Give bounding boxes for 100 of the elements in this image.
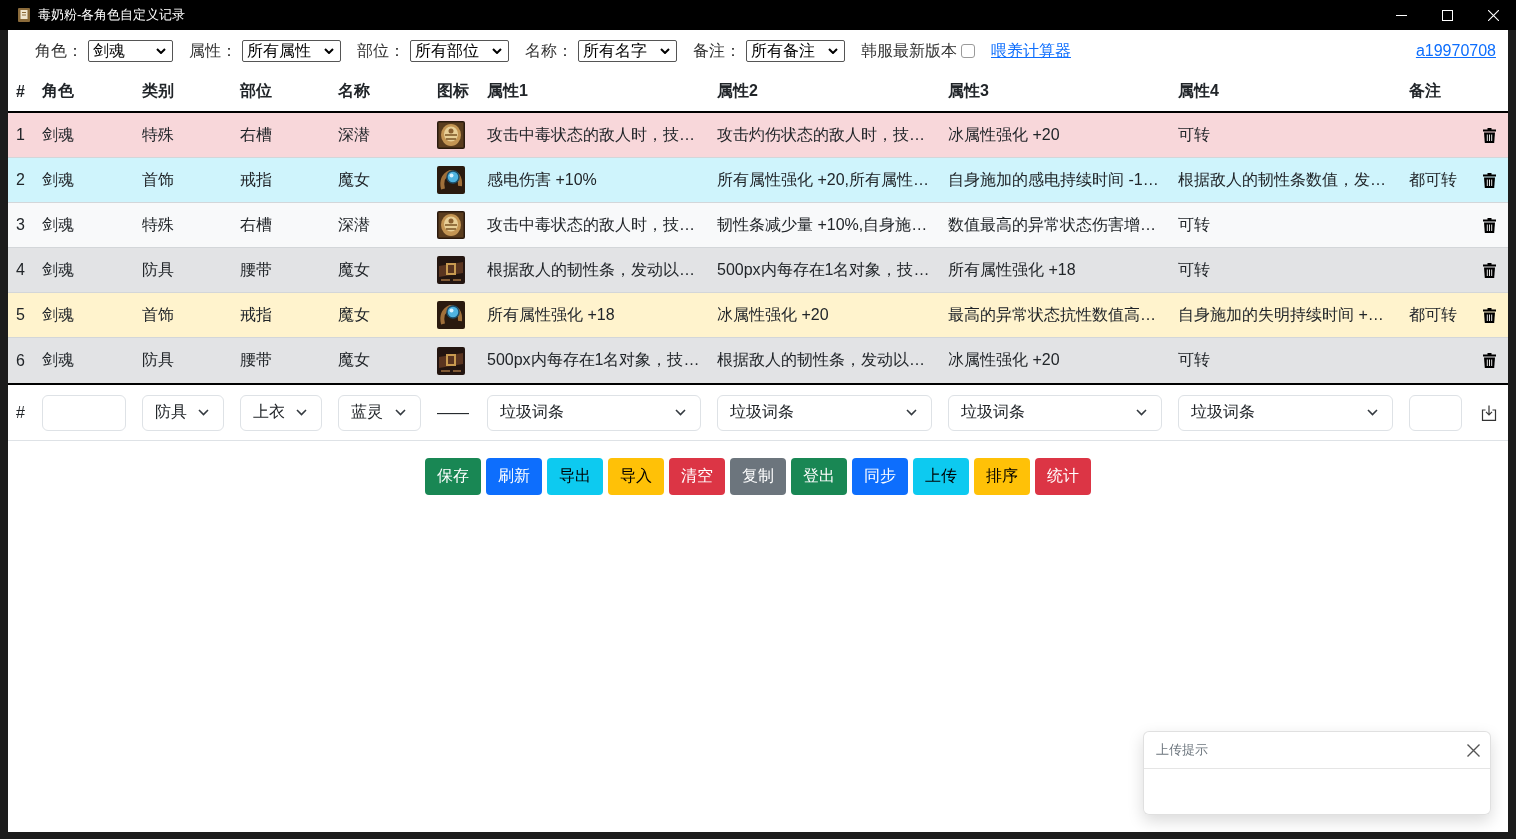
action-button[interactable]: 同步 (852, 458, 908, 495)
filter-select[interactable]: 所有备注 (746, 40, 845, 62)
table-cell-text: 最高的异常状态抗性数值高… (947, 304, 1156, 325)
action-button[interactable]: 登出 (791, 458, 847, 495)
table-cell-text: 所有属性强化 +18 (947, 259, 1076, 280)
chevron-icon (1367, 409, 1378, 416)
table-cell-text: 剑魂 (41, 214, 74, 235)
download-icon[interactable] (1481, 404, 1497, 421)
category-select[interactable]: 防具 (142, 394, 224, 431)
filter-select[interactable]: 剑魂 (88, 40, 173, 62)
medallion-icon (437, 121, 465, 149)
row-label: # (15, 403, 25, 422)
table-cell-text: 攻击中毒状态的敌人时，技… (486, 124, 695, 145)
name-select[interactable]: 蓝灵 (338, 394, 421, 431)
chevron-icon (296, 409, 307, 416)
chevron-icon (395, 409, 406, 416)
belt-icon (437, 346, 465, 375)
filter-label: 名称： (525, 40, 573, 61)
table-cell-text: 冰属性强化 +20 (716, 304, 829, 325)
table-cell-text: 根据敌人的韧性条数值，发… (1177, 169, 1386, 190)
action-button[interactable]: 统计 (1035, 458, 1091, 495)
note-input-field[interactable] (1409, 394, 1462, 431)
table-cell-text: 魔女 (337, 169, 370, 190)
table-cell-text: 根据敌人的韧性条，发动以… (486, 259, 695, 280)
checkbox-label: 韩服最新版本 (861, 40, 957, 61)
column-header: 图标 (436, 81, 470, 101)
toast-close-button[interactable] (1467, 743, 1480, 757)
close-icon (1487, 9, 1499, 21)
chevron-icon (198, 409, 209, 416)
ring-icon (437, 166, 465, 194)
table-cell-text: 剑魂 (41, 259, 74, 280)
filter-select[interactable]: 所有属性 (242, 40, 341, 62)
trash-icon[interactable] (1482, 353, 1496, 368)
attribute-select[interactable]: 垃圾词条 (1178, 394, 1393, 431)
action-button[interactable]: 导入 (608, 458, 664, 495)
table-cell-text: 剑魂 (41, 350, 74, 370)
table-cell-text: 6 (15, 351, 25, 370)
ring-icon (437, 301, 465, 329)
table-cell-text: 冰属性强化 +20 (947, 350, 1060, 370)
belt-icon (437, 256, 465, 284)
attribute-select[interactable]: 垃圾词条 (948, 394, 1162, 431)
table-cell-text: 冰属性强化 +20 (947, 124, 1060, 145)
trash-icon[interactable] (1482, 262, 1496, 278)
column-header: 备注 (1408, 81, 1442, 101)
column-header: 部位 (239, 81, 273, 101)
filter-select[interactable]: 所有部位 (410, 40, 509, 62)
checkbox[interactable] (961, 44, 975, 58)
table-cell-text: 剑魂 (41, 124, 74, 145)
table-cell-text: 都可转 (1408, 304, 1457, 325)
attribute-select[interactable]: 垃圾词条 (487, 394, 701, 431)
table-cell-text: 右槽 (239, 124, 272, 145)
table-cell-text: 500px内每存在1名对象，技… (486, 350, 700, 370)
filter-label: 属性： (189, 40, 237, 61)
minimize-icon (1395, 14, 1407, 16)
window-title: 毒奶粉-各角色自定义记录 (38, 6, 186, 24)
table-cell-text: 可转 (1177, 259, 1210, 280)
table-cell-text: 4 (15, 261, 25, 279)
user-link[interactable]: a19970708 (1415, 42, 1496, 60)
action-button[interactable]: 清空 (669, 458, 725, 495)
action-button[interactable]: 排序 (974, 458, 1030, 495)
table-cell-text: 深潜 (337, 124, 370, 145)
trash-icon[interactable] (1482, 217, 1496, 233)
action-button[interactable]: 上传 (913, 458, 969, 495)
chevron-icon (1136, 409, 1147, 416)
filter-label: 角色： (35, 40, 83, 61)
table-cell-text: 防具 (141, 350, 174, 370)
table-cell-text: 首饰 (141, 304, 174, 325)
table-cell-text: 防具 (141, 259, 174, 280)
slot-select[interactable]: 上衣 (240, 394, 322, 431)
filter-label: 备注： (693, 40, 741, 61)
table-cell-text: 数值最高的异常状态伤害增… (947, 214, 1156, 235)
table-cell-text: 韧性条减少量 +10%,自身施… (716, 214, 928, 235)
action-button[interactable]: 导出 (547, 458, 603, 495)
table-cell-text: 根据敌人的韧性条，发动以… (716, 350, 925, 370)
calculator-link[interactable]: 喂养计算器 (991, 40, 1071, 62)
table-cell-text: 剑魂 (41, 169, 74, 190)
input-field[interactable] (42, 394, 126, 431)
table-cell-text: 攻击灼伤状态的敌人时，技… (716, 124, 925, 145)
toast-title: 上传提示 (1156, 741, 1208, 759)
dash-text: —— (436, 403, 469, 422)
table-cell-text: 可转 (1177, 350, 1210, 370)
filter-label: 部位： (357, 40, 405, 61)
trash-icon[interactable] (1482, 127, 1496, 143)
filter-select[interactable]: 所有名字 (578, 40, 677, 62)
attribute-select[interactable]: 垃圾词条 (717, 394, 932, 431)
table-cell-text: 2 (15, 171, 25, 189)
column-header: # (15, 82, 26, 101)
column-header: 属性3 (947, 81, 990, 101)
column-header: 属性4 (1177, 81, 1220, 101)
column-header: 名称 (337, 81, 371, 101)
table-cell-text: 感电伤害 +10% (486, 169, 597, 190)
table-cell-text: 特殊 (141, 124, 174, 145)
table-cell-text: 深潜 (337, 214, 370, 235)
action-button[interactable]: 复制 (730, 458, 786, 495)
action-button[interactable]: 保存 (425, 458, 481, 495)
table-cell-text: 攻击中毒状态的敌人时，技… (486, 214, 695, 235)
table-cell-text: 可转 (1177, 124, 1210, 145)
trash-icon[interactable] (1482, 307, 1496, 323)
action-button[interactable]: 刷新 (486, 458, 542, 495)
trash-icon[interactable] (1482, 172, 1496, 188)
